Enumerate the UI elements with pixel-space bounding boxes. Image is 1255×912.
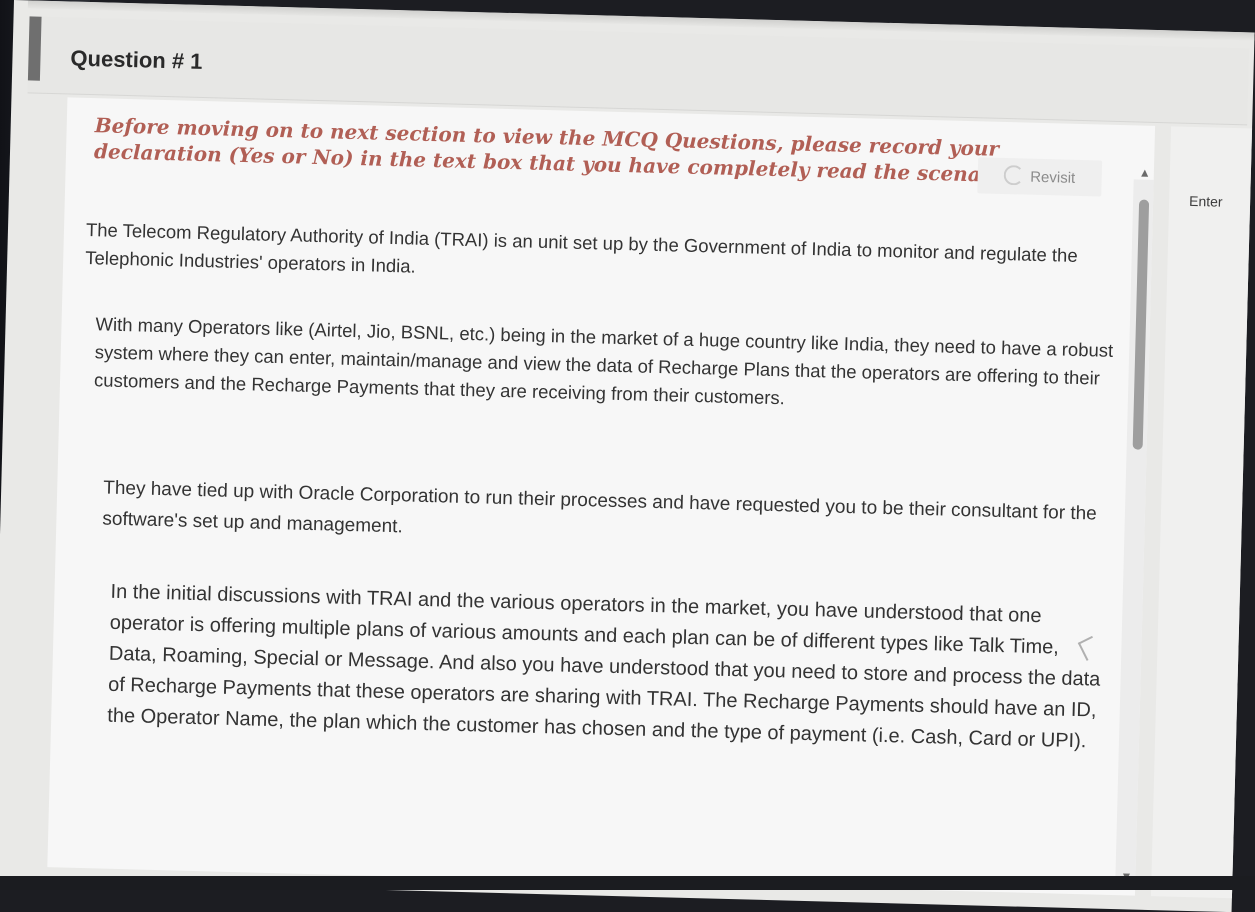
question-title: Question # 1 — [70, 45, 203, 74]
revisit-icon — [1003, 164, 1025, 186]
header-accent-bar — [27, 16, 42, 81]
enter-label: Enter — [1188, 192, 1223, 210]
screen: Question # 1 Before moving on to next se… — [0, 0, 1255, 912]
revisit-label: Revisit — [1029, 168, 1076, 187]
scenario-paragraph-1: The Telecom Regulatory Authority of Indi… — [85, 218, 1078, 277]
revisit-button[interactable]: Revisit — [977, 157, 1103, 197]
answer-panel — [1150, 126, 1255, 899]
scenario-panel: Before moving on to next section to view… — [47, 97, 1156, 896]
scroll-up-icon[interactable]: ▲ — [1138, 165, 1152, 180]
scenario-paragraph-3: They have tied up with Oracle Corporatio… — [102, 477, 1098, 538]
scenario-paragraph-2: With many Operators like (Airtel, Jio, B… — [93, 313, 1114, 409]
declaration-instruction: Before moving on to next section to view… — [93, 113, 1020, 188]
monitor-bezel-bottom — [0, 876, 1255, 890]
scenario-paragraph-4: In the initial discussions with TRAI and… — [107, 580, 1101, 753]
